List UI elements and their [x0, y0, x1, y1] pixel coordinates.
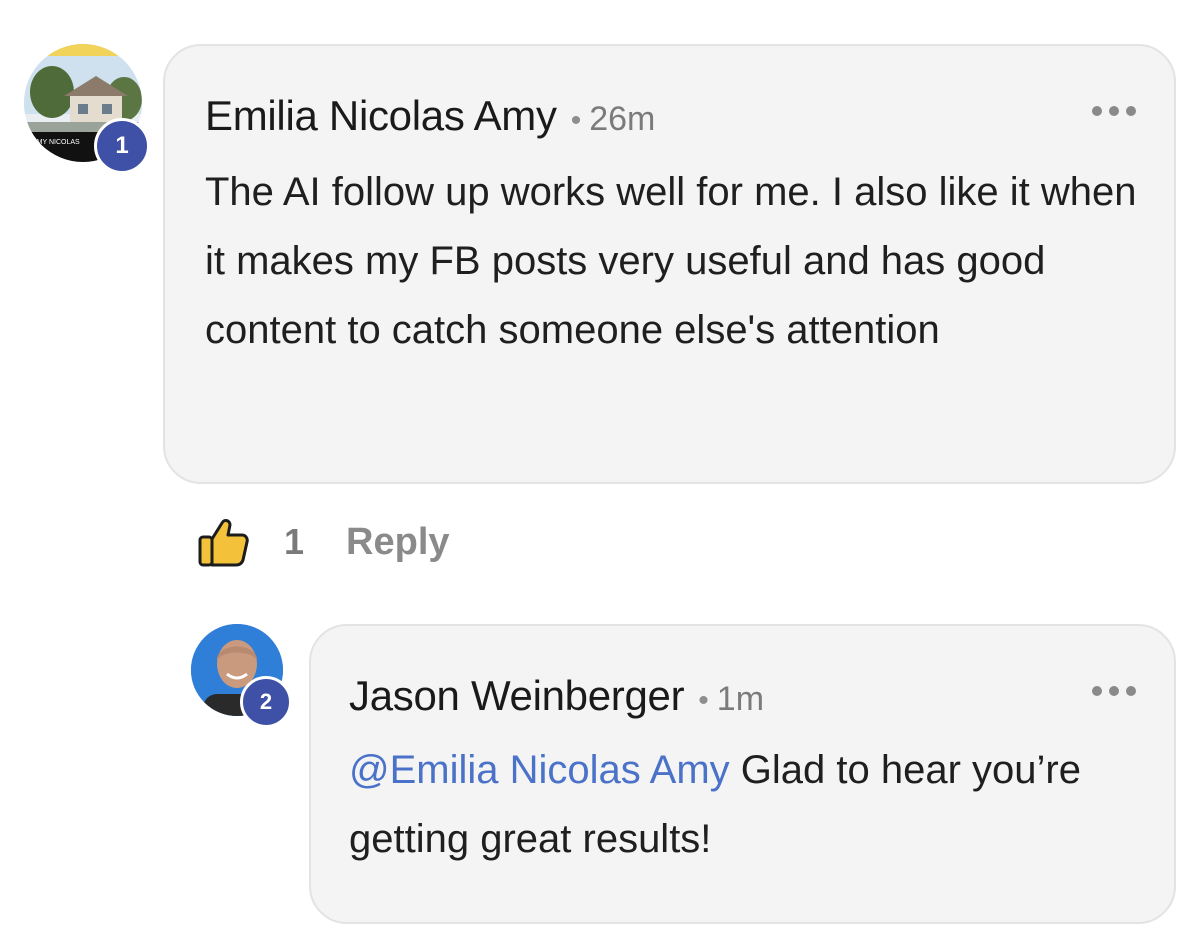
comment-actions: 1 Reply: [196, 512, 450, 572]
like-count: 1: [284, 521, 305, 562]
timestamp[interactable]: 1m: [717, 680, 764, 719]
comment-body: The AI follow up works well for me. I al…: [205, 170, 1137, 352]
comment-thread: AMY NICOLAS 1 Emilia Nicolas Amy • 26m T…: [0, 0, 1200, 931]
separator-dot: •: [698, 684, 709, 717]
more-options-icon[interactable]: [1092, 104, 1136, 118]
comment-body: @Emilia Nicolas Amy Glad to hear you’re …: [349, 736, 1149, 874]
more-options-icon[interactable]: [1092, 684, 1136, 698]
comment-bubble: Emilia Nicolas Amy • 26m The AI follow u…: [163, 44, 1176, 484]
comment-header: Jason Weinberger • 1m: [349, 672, 764, 720]
comment-header: Emilia Nicolas Amy • 26m: [205, 92, 655, 140]
separator-dot: •: [570, 104, 582, 137]
reply-bubble: Jason Weinberger • 1m @Emilia Nicolas Am…: [309, 624, 1176, 924]
level-badge: 1: [94, 118, 150, 174]
mention-link[interactable]: @Emilia Nicolas Amy: [349, 748, 730, 792]
thumbs-up-icon[interactable]: [196, 515, 250, 569]
timestamp[interactable]: 26m: [589, 100, 655, 139]
author-name[interactable]: Emilia Nicolas Amy: [205, 92, 557, 140]
level-badge: 2: [240, 676, 292, 728]
reply-button[interactable]: Reply: [346, 521, 449, 564]
author-name[interactable]: Jason Weinberger: [349, 672, 685, 720]
avatar-watermark: AMY NICOLAS: [32, 139, 80, 146]
